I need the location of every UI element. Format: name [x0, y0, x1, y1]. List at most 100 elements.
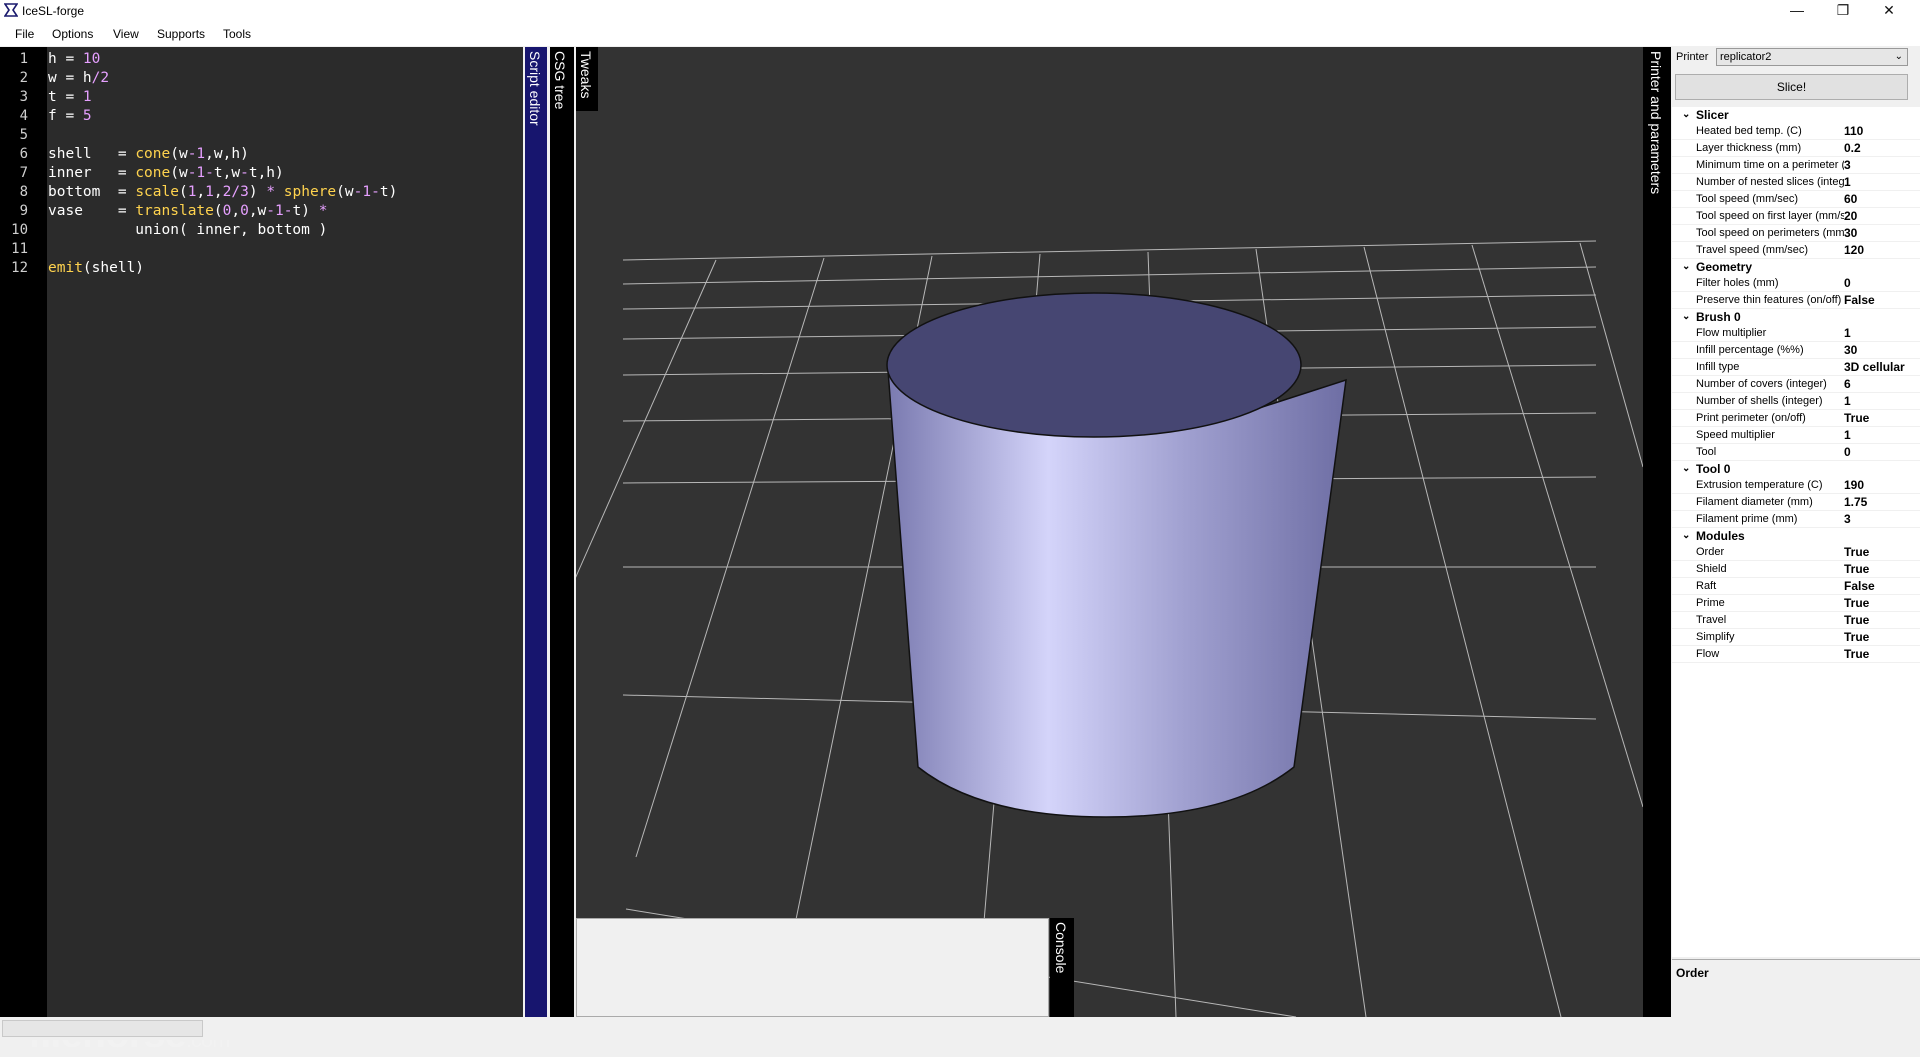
- param-value[interactable]: 1: [1844, 325, 1851, 341]
- param-value[interactable]: 0.2: [1844, 140, 1861, 156]
- tab-script-editor[interactable]: Script editor: [525, 47, 547, 1017]
- param-value[interactable]: True: [1844, 612, 1869, 628]
- param-value[interactable]: 1: [1844, 427, 1851, 443]
- param-value[interactable]: 30: [1844, 342, 1857, 358]
- param-row[interactable]: Shield True: [1672, 561, 1920, 578]
- menu-tools[interactable]: Tools: [223, 27, 251, 41]
- menu-view[interactable]: View: [113, 27, 139, 41]
- parameter-tree[interactable]: ⌄ Slicer Heated bed temp. (C) 110 Layer thic…: [1672, 107, 1920, 957]
- tab-csg-tree[interactable]: CSG tree: [550, 47, 574, 1017]
- code-line[interactable]: h = 10: [48, 51, 100, 67]
- param-row[interactable]: Flow multiplier 1: [1672, 325, 1920, 342]
- param-value[interactable]: 1.75: [1844, 494, 1867, 510]
- code-line[interactable]: f = 5: [48, 108, 92, 124]
- param-value[interactable]: True: [1844, 646, 1869, 662]
- param-section[interactable]: ⌄ Slicer: [1672, 107, 1920, 123]
- 3d-scene[interactable]: [535, 47, 1644, 1018]
- param-section[interactable]: ⌄ Modules: [1672, 528, 1920, 544]
- code-line[interactable]: union( inner, bottom ): [48, 222, 327, 238]
- param-row[interactable]: Tool speed on first layer (mm/s 20: [1672, 208, 1920, 225]
- chevron-down-icon[interactable]: ⌄: [1682, 309, 1690, 325]
- param-value[interactable]: True: [1844, 595, 1869, 611]
- chevron-down-icon[interactable]: ⌄: [1682, 528, 1690, 544]
- param-row[interactable]: Flow True: [1672, 646, 1920, 663]
- code-line[interactable]: emit(shell): [48, 260, 144, 276]
- param-value[interactable]: 190: [1844, 477, 1864, 493]
- param-row[interactable]: Minimum time on a perimeter (s 3: [1672, 157, 1920, 174]
- param-section[interactable]: ⌄ Tool 0: [1672, 461, 1920, 477]
- close-button[interactable]: ✕: [1866, 0, 1912, 22]
- param-row[interactable]: Infill percentage (%%) 30: [1672, 342, 1920, 359]
- param-row[interactable]: Number of nested slices (intege 1: [1672, 174, 1920, 191]
- code-line[interactable]: bottom = scale(1,1,2/3) * sphere(w-1-t): [48, 184, 397, 200]
- code-line[interactable]: vase = translate(0,0,w-1-t) *: [48, 203, 327, 219]
- param-value[interactable]: 0: [1844, 275, 1851, 291]
- code-line[interactable]: t = 1: [48, 89, 92, 105]
- slice-button[interactable]: Slice!: [1675, 74, 1908, 100]
- param-value[interactable]: False: [1844, 292, 1875, 308]
- menu-options[interactable]: Options: [52, 27, 93, 41]
- code-token: ,w,h): [205, 146, 249, 162]
- 3d-viewport[interactable]: [535, 47, 1644, 1018]
- param-value[interactable]: True: [1844, 544, 1869, 560]
- param-row[interactable]: Tool speed on perimeters (mm. 30: [1672, 225, 1920, 242]
- param-row[interactable]: Travel speed (mm/sec) 120: [1672, 242, 1920, 259]
- tab-console[interactable]: Console: [1050, 918, 1074, 1017]
- param-row[interactable]: Filter holes (mm) 0: [1672, 275, 1920, 292]
- param-row[interactable]: Number of covers (integer) 6: [1672, 376, 1920, 393]
- param-row[interactable]: Filament prime (mm) 3: [1672, 511, 1920, 528]
- param-value[interactable]: False: [1844, 578, 1875, 594]
- chevron-down-icon[interactable]: ⌄: [1682, 461, 1690, 477]
- param-row[interactable]: Print perimeter (on/off) True: [1672, 410, 1920, 427]
- param-value[interactable]: 0: [1844, 444, 1851, 460]
- code-line[interactable]: shell = cone(w-1,w,h): [48, 146, 249, 162]
- param-value[interactable]: True: [1844, 629, 1869, 645]
- param-row[interactable]: Extrusion temperature (C) 190: [1672, 477, 1920, 494]
- param-row[interactable]: Infill type 3D cellular: [1672, 359, 1920, 376]
- menu-file[interactable]: File: [15, 27, 34, 41]
- param-row[interactable]: Travel True: [1672, 612, 1920, 629]
- param-row[interactable]: Number of shells (integer) 1: [1672, 393, 1920, 410]
- param-section[interactable]: ⌄ Brush 0: [1672, 309, 1920, 325]
- param-value[interactable]: 60: [1844, 191, 1857, 207]
- param-value[interactable]: True: [1844, 410, 1869, 426]
- menu-supports[interactable]: Supports: [157, 27, 205, 41]
- vase-model[interactable]: [886, 292, 1347, 818]
- code-line[interactable]: w = h/2: [48, 70, 109, 86]
- param-row[interactable]: Simplify True: [1672, 629, 1920, 646]
- console-output[interactable]: [576, 918, 1049, 1017]
- status-field: [2, 1020, 203, 1037]
- param-row[interactable]: Speed multiplier 1: [1672, 427, 1920, 444]
- param-row[interactable]: Prime True: [1672, 595, 1920, 612]
- param-row[interactable]: Filament diameter (mm) 1.75: [1672, 494, 1920, 511]
- param-row[interactable]: Tool speed (mm/sec) 60: [1672, 191, 1920, 208]
- chevron-down-icon[interactable]: ⌄: [1682, 259, 1690, 275]
- param-value[interactable]: 30: [1844, 225, 1857, 241]
- script-editor[interactable]: 1 2 3 4 5 6 7 8 9 10 11 12 h = 10 w = h/2 t = 1f = 5s…: [0, 47, 523, 1056]
- param-row[interactable]: Layer thickness (mm) 0.2: [1672, 140, 1920, 157]
- param-value[interactable]: True: [1844, 561, 1869, 577]
- param-value[interactable]: 3: [1844, 511, 1851, 527]
- param-value[interactable]: 20: [1844, 208, 1857, 224]
- param-row[interactable]: Tool 0: [1672, 444, 1920, 461]
- param-value[interactable]: 1: [1844, 393, 1851, 409]
- param-value[interactable]: 6: [1844, 376, 1851, 392]
- tab-printer-and-parameters[interactable]: Printer and parameters: [1643, 47, 1671, 1017]
- param-row[interactable]: Heated bed temp. (C) 110: [1672, 123, 1920, 140]
- printer-select[interactable]: replicator2 ⌄: [1716, 48, 1908, 66]
- param-section[interactable]: ⌄ Geometry: [1672, 259, 1920, 275]
- minimize-button[interactable]: —: [1774, 0, 1820, 22]
- tab-tweaks[interactable]: Tweaks: [576, 47, 598, 111]
- code-line[interactable]: inner = cone(w-1-t,w-t,h): [48, 165, 284, 181]
- param-row[interactable]: Preserve thin features (on/off) False: [1672, 292, 1920, 309]
- param-row[interactable]: Order True: [1672, 544, 1920, 561]
- param-value[interactable]: 3D cellular: [1844, 359, 1905, 375]
- chevron-down-icon[interactable]: ⌄: [1682, 107, 1690, 123]
- param-value[interactable]: 3: [1844, 157, 1851, 173]
- param-row[interactable]: Raft False: [1672, 578, 1920, 595]
- maximize-button[interactable]: ❐: [1820, 0, 1866, 22]
- param-value[interactable]: 110: [1844, 123, 1863, 139]
- param-value[interactable]: 120: [1844, 242, 1864, 258]
- param-value[interactable]: 1: [1844, 174, 1851, 190]
